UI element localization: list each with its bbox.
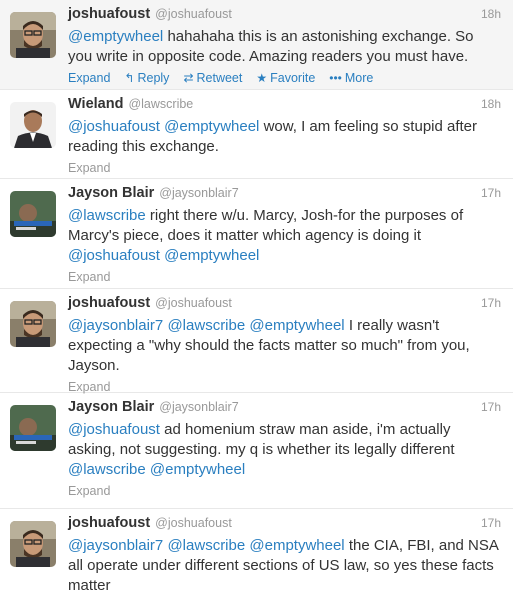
mention-link[interactable]: @joshuafoust: [68, 421, 160, 438]
user-handle[interactable]: @jaysonblair7: [159, 186, 238, 200]
tweet-timestamp[interactable]: 18h: [481, 7, 501, 21]
tweet-timestamp[interactable]: 17h: [481, 516, 501, 530]
tweet-text: @jaysonblair7 @lawscribe @emptywheel I r…: [68, 316, 501, 376]
mention-link[interactable]: @joshuafoust: [68, 118, 160, 135]
user-fullname[interactable]: joshuafoust: [68, 6, 150, 22]
tweet-text: @jaysonblair7 @lawscribe @emptywheel the…: [68, 536, 501, 596]
mention-link[interactable]: @lawscribe: [167, 317, 245, 334]
user-fullname[interactable]: Wieland: [68, 96, 123, 112]
tweet-actions: Expand ↰ Reply ⇄ Retweet ★ Favorite ••• …: [68, 68, 501, 88]
more-label: More: [344, 71, 374, 85]
tweet-text: @emptywheel hahahaha this is an astonish…: [68, 27, 501, 67]
expand-link[interactable]: Expand: [68, 270, 110, 284]
tweet-item[interactable]: joshuafoust @joshuafoust 18h @emptywheel…: [0, 0, 513, 90]
user-fullname[interactable]: Jayson Blair: [68, 185, 154, 201]
more-icon: •••: [329, 71, 342, 85]
avatar[interactable]: [10, 12, 56, 58]
favorite-button[interactable]: ★ Favorite: [256, 71, 315, 85]
user-handle[interactable]: @joshuafoust: [155, 7, 232, 21]
tweet-timestamp[interactable]: 17h: [481, 296, 501, 310]
tweet-item[interactable]: joshuafoust @joshuafoust 17h @jaysonblai…: [0, 509, 513, 594]
retweet-button[interactable]: ⇄ Retweet: [183, 71, 242, 85]
avatar[interactable]: [10, 405, 56, 451]
avatar[interactable]: [10, 102, 56, 148]
mention-link[interactable]: @emptywheel: [68, 28, 163, 45]
tweet-text: @joshuafoust ad homenium straw man aside…: [68, 420, 501, 480]
retweet-label: Retweet: [196, 71, 243, 85]
tweet-item[interactable]: Wieland @lawscribe 18h @joshuafoust @emp…: [0, 90, 513, 179]
tweet-actions: Expand: [68, 481, 501, 501]
tweet-timestamp[interactable]: 17h: [481, 186, 501, 200]
tweet-actions: Expand: [68, 267, 501, 287]
star-icon: ★: [256, 71, 268, 85]
mention-link[interactable]: @emptywheel: [249, 537, 344, 554]
tweet-stream: joshuafoust @joshuafoust 18h @emptywheel…: [0, 0, 513, 594]
mention-link[interactable]: @emptywheel: [164, 247, 259, 264]
retweet-icon: ⇄: [183, 71, 194, 85]
expand-link[interactable]: Expand: [68, 71, 110, 85]
mention-link[interactable]: @emptywheel: [150, 461, 245, 478]
tweet-timestamp[interactable]: 17h: [481, 400, 501, 414]
expand-link[interactable]: Expand: [68, 484, 110, 498]
tweet-item[interactable]: Jayson Blair @jaysonblair7 17h @joshuafo…: [0, 393, 513, 509]
mention-link[interactable]: @lawscribe: [68, 461, 146, 478]
mention-link[interactable]: @lawscribe: [167, 537, 245, 554]
user-fullname[interactable]: joshuafoust: [68, 295, 150, 311]
more-button[interactable]: ••• More: [329, 71, 373, 85]
tweet-text: @joshuafoust @emptywheel wow, I am feeli…: [68, 117, 501, 157]
mention-link[interactable]: @emptywheel: [164, 118, 259, 135]
avatar[interactable]: [10, 191, 56, 237]
reply-button[interactable]: ↰ Reply: [124, 71, 169, 85]
mention-link[interactable]: @emptywheel: [249, 317, 344, 334]
user-fullname[interactable]: Jayson Blair: [68, 399, 154, 415]
user-fullname[interactable]: joshuafoust: [68, 515, 150, 531]
expand-link[interactable]: Expand: [68, 380, 110, 394]
favorite-label: Favorite: [270, 71, 316, 85]
mention-link[interactable]: @lawscribe: [68, 207, 146, 224]
user-handle[interactable]: @jaysonblair7: [159, 400, 238, 414]
user-handle[interactable]: @lawscribe: [128, 97, 193, 111]
user-handle[interactable]: @joshuafoust: [155, 516, 232, 530]
reply-label: Reply: [137, 71, 170, 85]
avatar[interactable]: [10, 301, 56, 347]
expand-link[interactable]: Expand: [68, 161, 110, 175]
tweet-timestamp[interactable]: 18h: [481, 97, 501, 111]
mention-link[interactable]: @jaysonblair7: [68, 317, 163, 334]
mention-link[interactable]: @joshuafoust: [68, 247, 160, 264]
reply-icon: ↰: [124, 71, 135, 85]
user-handle[interactable]: @joshuafoust: [155, 296, 232, 310]
tweet-item[interactable]: Jayson Blair @jaysonblair7 17h @lawscrib…: [0, 179, 513, 289]
avatar[interactable]: [10, 521, 56, 567]
mention-link[interactable]: @jaysonblair7: [68, 537, 163, 554]
tweet-item[interactable]: joshuafoust @joshuafoust 17h @jaysonblai…: [0, 289, 513, 394]
tweet-text: @lawscribe right there w/u. Marcy, Josh-…: [68, 206, 501, 266]
tweet-actions: Expand: [68, 158, 501, 178]
